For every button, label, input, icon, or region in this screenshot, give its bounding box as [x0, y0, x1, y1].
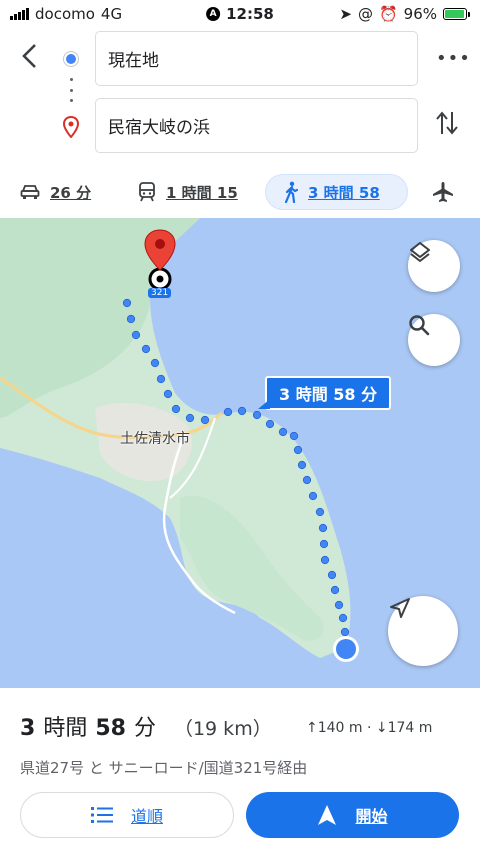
status-bar: docomo 4G A 12:58 ➤ @ ⏰ 96%	[0, 0, 480, 28]
route-via: 県道27号 と サニーロード/国道321号経由	[20, 759, 308, 777]
swap-route-button[interactable]	[436, 110, 458, 142]
steps-label: 道順	[130, 807, 163, 826]
clock: 12:58	[226, 5, 274, 23]
back-button[interactable]	[14, 38, 44, 74]
duration-minutes: 58	[95, 716, 126, 741]
layers-button[interactable]	[408, 240, 460, 292]
elevation-change: ↑140 m · ↓174 m	[306, 720, 433, 736]
network-label: 4G	[100, 5, 123, 23]
location-arrow-icon: ➤	[339, 5, 352, 23]
transit-time: 1 時間 15	[166, 183, 238, 202]
walk-icon	[284, 181, 298, 203]
start-label: 開始	[355, 807, 388, 826]
navigation-start-icon	[318, 805, 337, 825]
my-location-button[interactable]	[388, 596, 458, 666]
route-summary-sheet: 3 時間 58 分 （19 km） ↑140 m · ↓174 m 県道27号 …	[0, 688, 480, 854]
city-label: 土佐清水市	[120, 431, 190, 447]
origin-dot-icon	[64, 52, 78, 66]
battery-icon	[443, 8, 470, 20]
directions-header: 現在地 民宿大岐の浜 •••	[0, 28, 480, 156]
swap-icon	[436, 111, 458, 135]
duration-hours: 3	[20, 716, 36, 741]
destination-field[interactable]: 民宿大岐の浜	[95, 98, 418, 153]
battery-percent: 96%	[403, 5, 437, 23]
travel-mode-tabs: 26 分 1 時間 15 3 時間 58	[0, 168, 480, 216]
lock-rotation-icon: @	[357, 5, 373, 23]
car-icon	[20, 185, 40, 199]
list-icon	[90, 807, 113, 823]
alarm-icon: ⏰	[378, 5, 398, 23]
tab-flights[interactable]	[432, 174, 454, 210]
tab-transit[interactable]: 1 時間 15	[138, 174, 238, 210]
train-icon	[139, 182, 155, 202]
walking-time: 3 時間 58	[308, 183, 380, 202]
tab-walking[interactable]: 3 時間 58	[265, 174, 408, 210]
duration-minutes-unit: 分	[133, 716, 156, 741]
more-options-button[interactable]: •••	[436, 48, 471, 69]
origin-field[interactable]: 現在地	[95, 31, 418, 86]
steps-button[interactable]: 道順	[20, 792, 234, 838]
map-view[interactable]: 321 土佐清水市 3 時間 58 分	[0, 218, 480, 688]
destination-pin-icon	[62, 115, 80, 142]
start-button[interactable]: 開始	[246, 792, 459, 838]
tab-driving[interactable]: 26 分	[20, 174, 91, 210]
route-duration: 3 時間 58 分 （19 km）	[20, 710, 272, 742]
signal-icon	[10, 8, 29, 20]
airplane-icon	[433, 182, 453, 202]
duration-hours-unit: 時間	[43, 716, 88, 741]
navigation-active-icon: A	[206, 7, 221, 21]
route-dots-icon	[70, 78, 73, 102]
chevron-left-icon	[22, 44, 36, 68]
search-icon	[409, 315, 430, 336]
road-number-badge: 321	[148, 288, 172, 298]
route-duration-bubble[interactable]: 3 時間 58 分	[257, 376, 392, 410]
navigation-arrow-icon	[390, 598, 410, 618]
driving-time: 26 分	[50, 183, 92, 202]
layers-icon	[410, 242, 430, 262]
route-distance: （19 km）	[173, 718, 272, 740]
carrier-label: docomo	[35, 5, 95, 23]
search-along-route-button[interactable]	[408, 314, 460, 366]
